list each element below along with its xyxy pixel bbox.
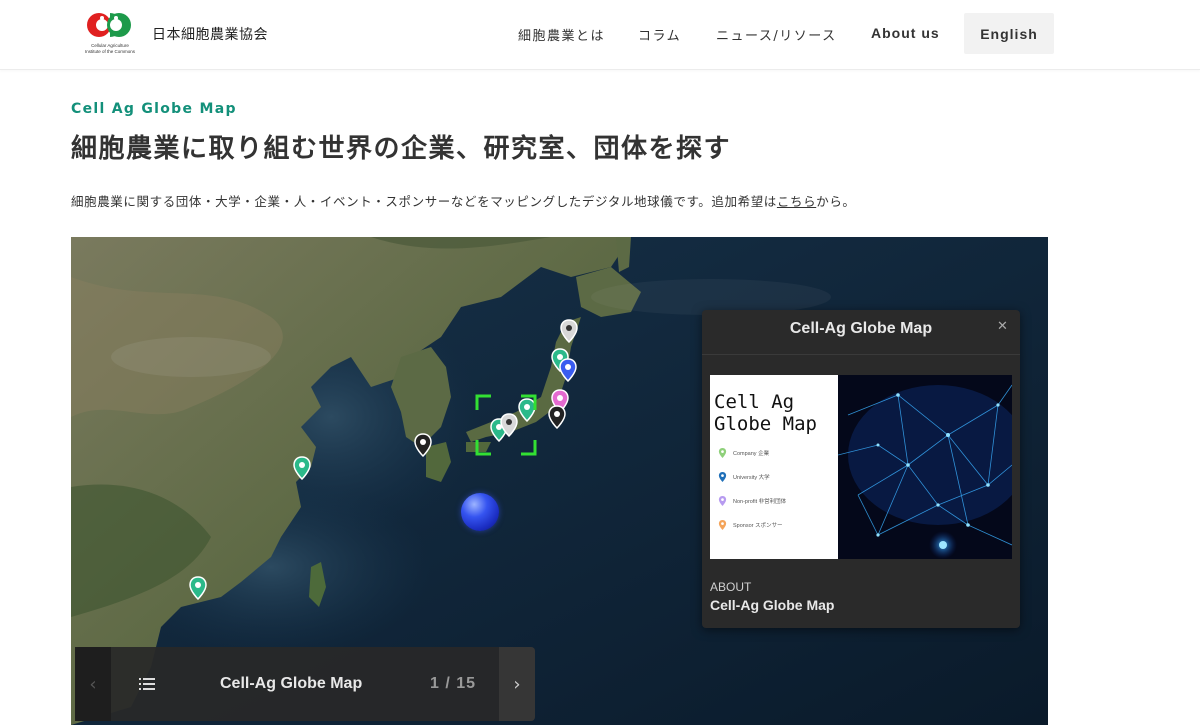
section-eyebrow: Cell Ag Globe Map xyxy=(71,101,237,117)
legend-item-company: Company 企業 xyxy=(718,445,769,461)
university-pin-icon xyxy=(718,472,727,482)
about-label: ABOUT xyxy=(710,580,752,594)
cover-title-line1: Cell Ag xyxy=(714,391,795,413)
cover-legend-panel: Cell Ag Globe Map Company 企業 University … xyxy=(710,375,838,559)
request-link[interactable]: こちら xyxy=(777,194,816,209)
chevron-left-icon: ‹ xyxy=(89,673,97,695)
site-name[interactable]: 日本細胞農業協会 xyxy=(152,24,268,44)
map-pin[interactable] xyxy=(559,319,579,343)
network-lines-graphic xyxy=(837,375,1012,559)
legend-item-sponsor: Sponsor スポンサー xyxy=(718,517,783,533)
lead-suffix: から。 xyxy=(816,194,856,209)
close-icon[interactable]: ✕ xyxy=(997,319,1008,334)
legend-label: Company 企業 xyxy=(733,451,770,457)
company-pin-icon xyxy=(718,448,727,458)
page-indicator: 1 / 15 xyxy=(430,675,477,692)
logo-mark-icon xyxy=(83,12,131,38)
about-title[interactable]: Cell-Ag Globe Map xyxy=(710,597,834,613)
cover-title: Cell Ag Globe Map xyxy=(714,391,838,435)
legend-label: Non-profit 非営利団体 xyxy=(733,499,787,505)
nav-news[interactable]: ニュース/リソース xyxy=(716,25,837,44)
legend-item-university: University 大学 xyxy=(718,469,770,485)
map-pin[interactable] xyxy=(188,576,208,600)
map-pin[interactable] xyxy=(292,456,312,480)
map-pin-icon xyxy=(548,405,566,429)
logo-subtitle-line2: Institute of the Commons xyxy=(84,48,136,54)
map-control-bar: ‹ Cell-Ag Globe Map 1 / 15 › xyxy=(75,647,535,721)
logo-subtitle: Cellular Agriculture Institute of the Co… xyxy=(77,43,143,54)
popup-title: Cell-Ag Globe Map xyxy=(789,320,933,337)
map-pin-icon xyxy=(560,319,578,343)
nav-what-is[interactable]: 細胞農業とは xyxy=(518,25,605,44)
map-pin-icon xyxy=(414,433,432,457)
site-header: Cellular Agriculture Institute of the Co… xyxy=(0,0,1200,70)
legend-item-nonprofit: Non-profit 非営利団体 xyxy=(718,493,786,509)
network-graphic xyxy=(837,375,1012,559)
popup-divider xyxy=(702,354,1020,355)
map-pin-icon xyxy=(189,576,207,600)
map-pin[interactable] xyxy=(413,433,433,457)
site-logo[interactable]: Cellular Agriculture Institute of the Co… xyxy=(77,10,143,56)
nav-column[interactable]: コラム xyxy=(638,25,681,44)
list-icon[interactable] xyxy=(135,674,159,694)
page-title: 細胞農業に取り組む世界の企業、研究室、団体を探す xyxy=(71,134,732,164)
sponsor-pin-icon xyxy=(718,520,727,530)
info-popup: Cell-Ag Globe Map ✕ Cell Ag Globe Map Co… xyxy=(702,310,1020,628)
nav-about[interactable]: About us xyxy=(871,25,940,41)
map-pin-icon xyxy=(293,456,311,480)
map-pin[interactable] xyxy=(547,405,567,429)
globe-map[interactable]: Cell-Ag Globe Map ✕ Cell Ag Globe Map Co… xyxy=(71,237,1048,725)
next-button[interactable]: › xyxy=(499,647,535,721)
control-title: Cell-Ag Globe Map xyxy=(220,675,363,692)
location-sphere-marker[interactable] xyxy=(461,493,499,531)
legend-label: Sponsor スポンサー xyxy=(733,523,783,529)
popup-cover-image: Cell Ag Globe Map Company 企業 University … xyxy=(710,375,1012,559)
map-pin-icon xyxy=(559,358,577,382)
lead-paragraph: 細胞農業に関する団体・大学・企業・人・イベント・スポンサーなどをマッピングしたデ… xyxy=(71,191,856,210)
cover-title-line2: Globe Map xyxy=(714,413,817,435)
english-language-button[interactable]: English xyxy=(964,13,1054,54)
prev-button[interactable]: ‹ xyxy=(75,647,111,721)
chevron-right-icon: › xyxy=(513,673,521,695)
legend-label: University 大学 xyxy=(733,475,770,481)
nonprofit-pin-icon xyxy=(718,496,727,506)
lead-text: 細胞農業に関する団体・大学・企業・人・イベント・スポンサーなどをマッピングしたデ… xyxy=(71,194,777,209)
map-pin[interactable] xyxy=(558,358,578,382)
focus-bracket-icon[interactable] xyxy=(475,394,537,456)
